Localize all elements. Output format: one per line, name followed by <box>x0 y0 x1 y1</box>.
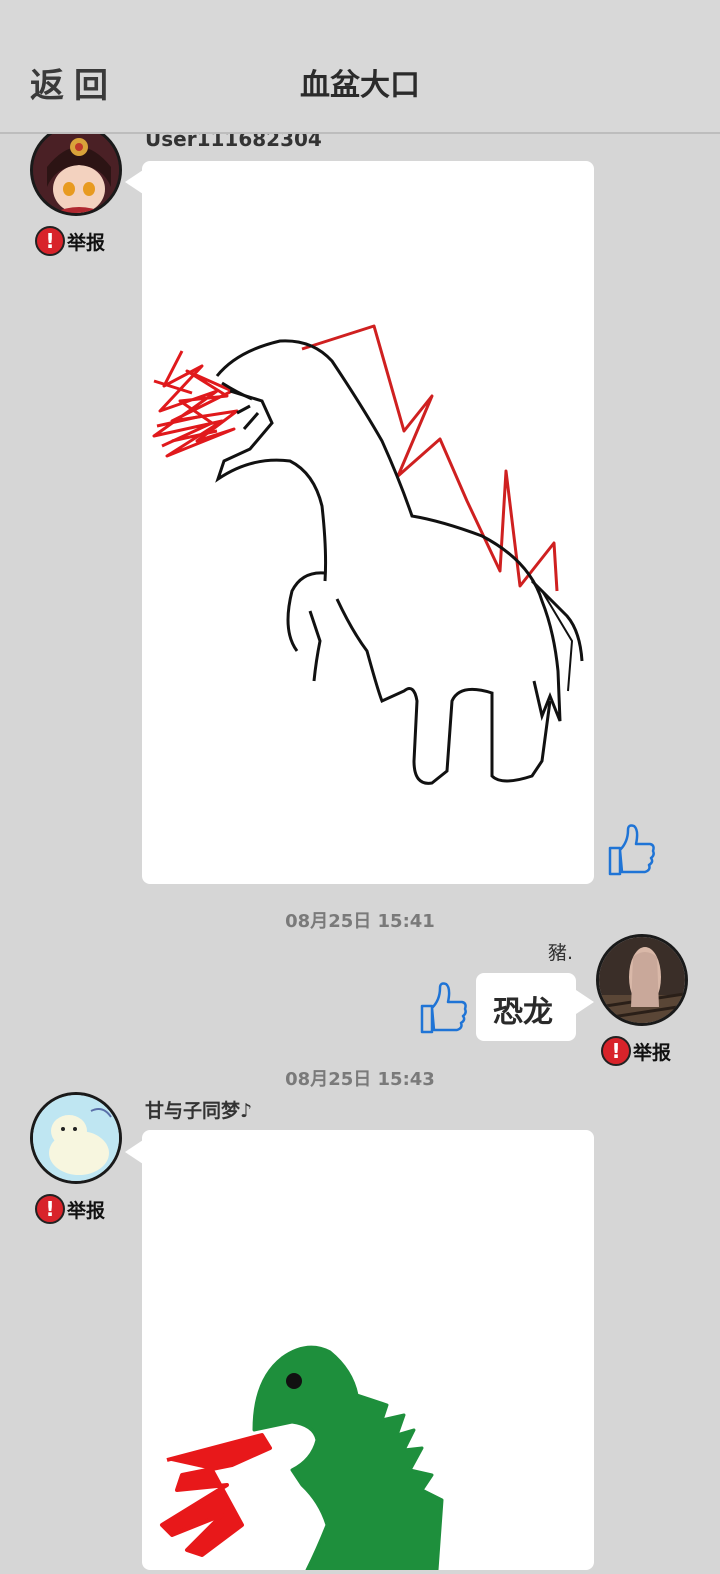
drawing-bubble[interactable] <box>142 1130 594 1572</box>
text-bubble[interactable]: 恐龙 <box>476 973 576 1041</box>
bubble-tail <box>125 1140 143 1164</box>
exclamation-icon: ! <box>35 226 65 256</box>
top-bar: 返回 血盆大口 <box>0 0 720 134</box>
exclamation-icon: ! <box>601 1036 631 1066</box>
report-button[interactable]: ! 举报 <box>601 1036 671 1066</box>
bubble-tail <box>576 990 594 1014</box>
dinosaur-drawing <box>160 1345 444 1572</box>
avatar[interactable] <box>30 1092 122 1184</box>
timestamp: 08月25日 15:43 <box>285 1069 435 1090</box>
report-label: 举报 <box>633 1041 672 1064</box>
bubble-tail <box>125 170 143 194</box>
report-label: 举报 <box>67 231 106 254</box>
report-button[interactable]: ! 举报 <box>35 1194 105 1224</box>
username: 豬. <box>548 942 574 964</box>
drawing-bubble[interactable] <box>142 161 594 884</box>
thumbs-up-icon[interactable] <box>604 822 656 882</box>
dinosaur-drawing <box>152 324 584 785</box>
report-button[interactable]: ! 举报 <box>35 226 105 256</box>
message-text: 恐龙 <box>493 995 553 1030</box>
avatar[interactable] <box>596 934 688 1026</box>
thumbs-up-icon[interactable] <box>416 980 468 1040</box>
timestamp: 08月25日 15:41 <box>285 911 435 932</box>
page-title: 血盆大口 <box>300 68 420 103</box>
report-label: 举报 <box>67 1199 106 1222</box>
avatar[interactable] <box>30 124 122 216</box>
exclamation-icon: ! <box>35 1194 65 1224</box>
username: 甘与子同梦♪ <box>145 1100 253 1122</box>
